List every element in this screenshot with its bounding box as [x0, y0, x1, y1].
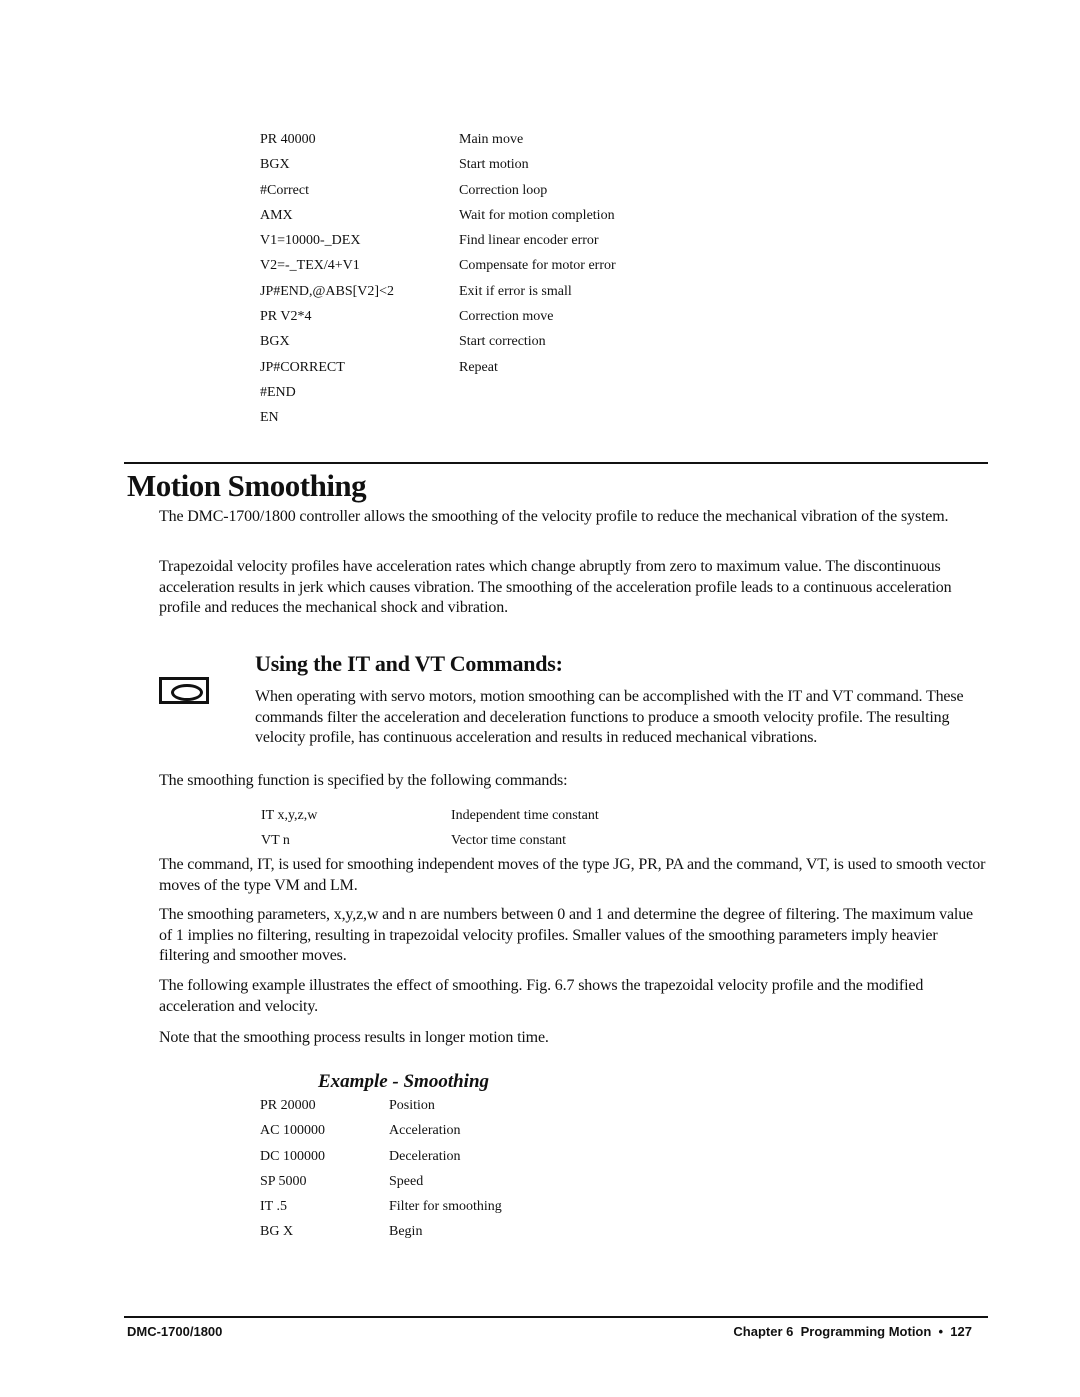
- code-command: EN: [260, 410, 279, 426]
- code-command: JP#END,@ABS[V2]<2: [260, 283, 394, 299]
- code-comment: Speed: [389, 1173, 424, 1189]
- code-command: SP 5000: [260, 1173, 307, 1189]
- code-row: #END: [260, 380, 616, 405]
- commands-table: IT x,y,z,w Independent time constant VT n…: [261, 803, 599, 854]
- code-comment: Start correction: [459, 334, 546, 350]
- example-title: Example - Smoothing: [318, 1071, 490, 1092]
- code-row: SP 5000 Speed: [260, 1169, 502, 1194]
- code-comment: Repeat: [459, 359, 498, 375]
- code-command: DC 100000: [260, 1148, 325, 1164]
- code-comment: Begin: [389, 1224, 423, 1240]
- command-syntax: VT n: [261, 833, 290, 849]
- intro-paragraph: The DMC-1700/1800 controller allows the …: [159, 508, 949, 525]
- code-command: BGX: [260, 334, 290, 350]
- code-comment: Position: [389, 1098, 435, 1113]
- code-command: BG X: [260, 1224, 294, 1240]
- code-row: #Correct Correction loop: [260, 178, 616, 203]
- code-comment: Start motion: [459, 157, 529, 173]
- code-comment: Exit if error is small: [459, 283, 572, 299]
- code-row: AMX Wait for motion completion: [260, 203, 616, 228]
- code-command: PR 20000: [260, 1098, 316, 1113]
- command-syntax: IT x,y,z,w: [261, 808, 318, 823]
- code-row: PR 40000 Main move: [260, 127, 616, 152]
- code-block-correction: PR 40000 Main move BGX Start motion #Corre…: [260, 127, 616, 431]
- code-row: JP#END,@ABS[V2]<2 Exit if error is small: [260, 279, 616, 304]
- commands-intro: The smoothing function is specified by t…: [159, 772, 568, 789]
- code-command: IT .5: [260, 1199, 287, 1215]
- code-comment: Filter for smoothing: [389, 1199, 502, 1215]
- command-description: Independent time constant: [451, 808, 599, 823]
- code-row: BGX Start correction: [260, 329, 616, 354]
- code-comment: Main move: [459, 132, 524, 147]
- intro-paragraph: Trapezoidal velocity profiles have accel…: [159, 558, 952, 617]
- servo-motor-icon-ellipse: [171, 684, 203, 701]
- body-paragraph: Note that the smoothing process results …: [159, 1029, 549, 1046]
- code-comment: Deceleration: [389, 1148, 461, 1164]
- command-row: VT n Vector time constant: [261, 828, 599, 853]
- code-command: AMX: [260, 207, 293, 223]
- body-paragraph: The command, IT, is used for smoothing i…: [159, 856, 986, 894]
- command-row: IT x,y,z,w Independent time constant: [261, 803, 599, 828]
- code-command: PR V2*4: [260, 309, 312, 325]
- code-command: BGX: [260, 157, 290, 173]
- subsection-title: Using the IT and VT Commands:: [255, 651, 563, 676]
- code-row: BG X Begin: [260, 1219, 502, 1244]
- code-command: PR 40000: [260, 132, 316, 147]
- servo-paragraph: When operating with servo motors, motion…: [255, 688, 964, 747]
- code-row: PR V2*4 Correction move: [260, 304, 616, 329]
- code-row: PR 20000 Position: [260, 1093, 502, 1118]
- code-row: EN: [260, 405, 616, 430]
- servo-motor-icon: [159, 677, 209, 704]
- code-comment: Correction loop: [459, 182, 548, 198]
- body-paragraph: The following example illustrates the ef…: [159, 977, 924, 1015]
- code-row: V1=10000-_DEX Find linear encoder error: [260, 228, 616, 253]
- code-row: IT .5 Filter for smoothing: [260, 1194, 502, 1219]
- example-code-block: PR 20000 Position AC 100000 Acceleration D…: [260, 1093, 502, 1245]
- code-command: #Correct: [260, 182, 309, 198]
- code-command: #END: [260, 384, 296, 400]
- code-row: DC 100000 Deceleration: [260, 1144, 502, 1169]
- code-row: JP#CORRECT Repeat: [260, 355, 616, 380]
- code-comment: Correction move: [459, 309, 554, 325]
- section-rule: [124, 462, 988, 464]
- code-comment: Wait for motion completion: [459, 207, 615, 223]
- code-comment: Compensate for motor error: [459, 258, 616, 274]
- code-comment: Acceleration: [389, 1123, 461, 1139]
- code-row: BGX Start motion: [260, 152, 616, 177]
- command-description: Vector time constant: [451, 833, 567, 849]
- footer-chapter-page: Chapter 6 Programming Motion • 127: [733, 1324, 972, 1339]
- code-command: V2=-_TEX/4+V1: [260, 258, 360, 274]
- code-comment: Find linear encoder error: [459, 233, 599, 249]
- body-paragraph: The smoothing parameters, x,y,z,w and n …: [159, 906, 974, 965]
- code-command: JP#CORRECT: [260, 359, 345, 375]
- code-command: AC 100000: [260, 1123, 325, 1139]
- code-command: V1=10000-_DEX: [260, 233, 361, 249]
- code-row: V2=-_TEX/4+V1 Compensate for motor error: [260, 253, 616, 278]
- footer-product: DMC-1700/1800: [127, 1324, 223, 1339]
- code-row: AC 100000 Acceleration: [260, 1118, 502, 1143]
- footer-rule: [124, 1316, 988, 1318]
- section-title: Motion Smoothing: [127, 468, 367, 503]
